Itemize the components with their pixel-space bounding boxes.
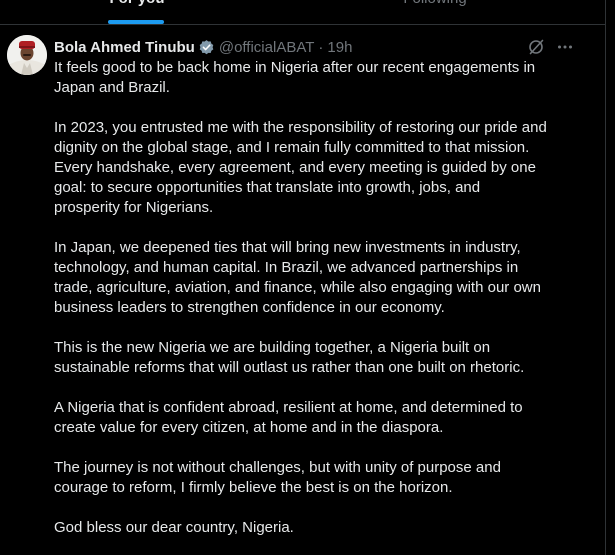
post-paragraph: The journey is not without challenges, b… [54,459,501,496]
meta-separator: · [318,38,324,56]
post-actions [527,37,574,57]
post-text: It feels good to be back home in Nigeria… [54,58,584,555]
timeline-tabs: For you Following [0,0,605,25]
post-paragraph: It feels good to be back home in Nigeria… [54,59,536,96]
post-paragraph: In Japan, we deepened ties that will bri… [54,239,541,316]
post-timestamp[interactable]: 19h [327,39,352,56]
post-paragraph: In 2023, you entrusted me with the respo… [54,119,547,216]
author-name[interactable]: Bola Ahmed Tinubu [54,39,195,56]
more-options-icon[interactable] [556,38,574,56]
post-paragraph: This is the new Nigeria we are building … [54,339,525,376]
column-divider [605,0,606,555]
timeline-view: For you Following Bola Ahmed Tinubu [0,0,615,555]
tab-for-you[interactable]: For you [108,0,166,19]
post-paragraph: A Nigeria that is confident abroad, resi… [54,399,523,436]
grok-icon[interactable] [527,38,545,56]
avatar-image [7,35,47,75]
tab-following[interactable]: Following [400,0,470,19]
author-handle[interactable]: @officialABAT [219,39,315,56]
post-paragraph: God bless our dear country, Nigeria. [54,519,294,536]
active-tab-indicator [108,20,164,24]
post-header: Bola Ahmed Tinubu @officialABAT · 19h [54,37,352,57]
avatar[interactable] [7,35,47,75]
verified-badge-icon [198,39,215,56]
